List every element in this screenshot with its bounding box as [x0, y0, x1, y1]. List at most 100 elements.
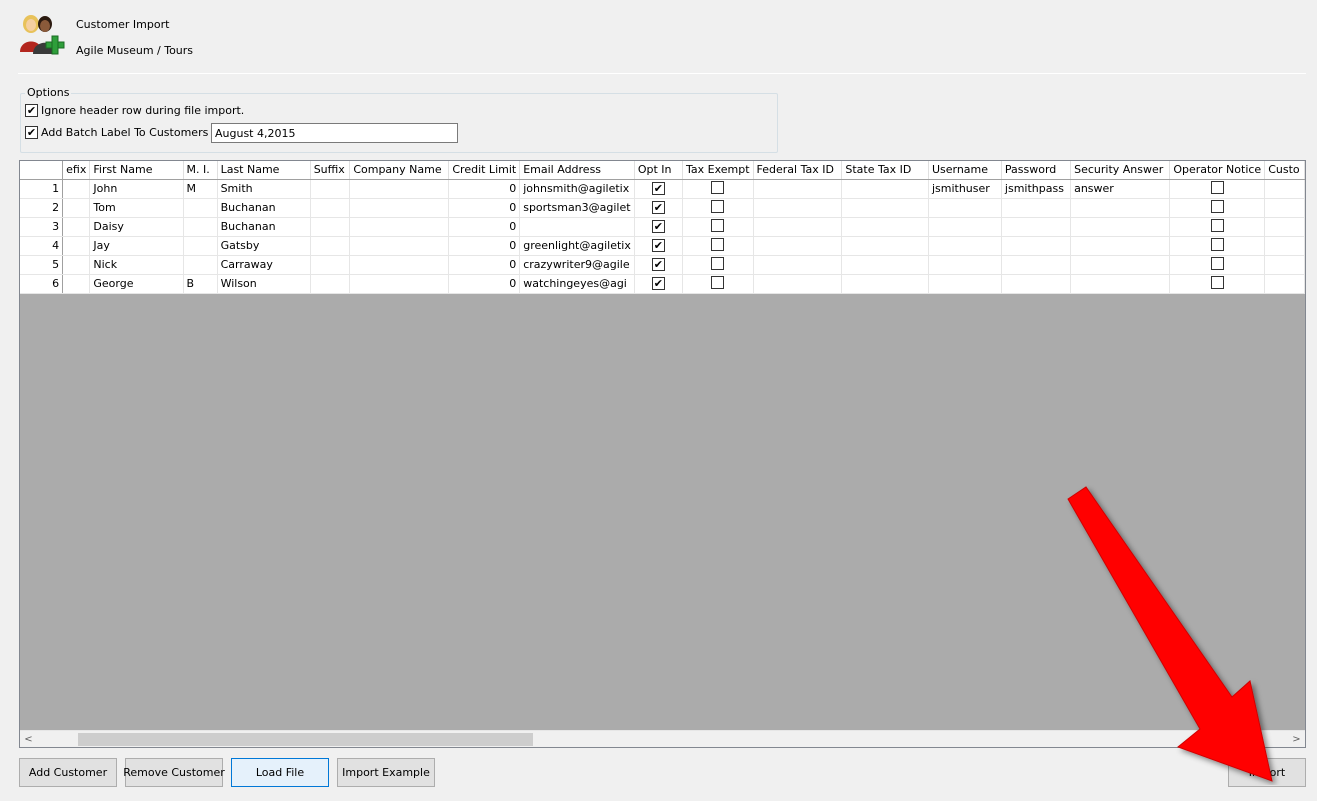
tax-exempt-checkbox[interactable]: [711, 199, 725, 213]
company-cell[interactable]: [349, 274, 450, 294]
security-answer-cell[interactable]: [1070, 255, 1171, 275]
custom-cell[interactable]: [1264, 236, 1305, 256]
tax-exempt-checkbox[interactable]: [711, 218, 725, 232]
prefix-cell[interactable]: [62, 198, 91, 218]
custom-cell[interactable]: [1264, 217, 1305, 237]
last-name-cell[interactable]: Buchanan: [217, 198, 311, 218]
username-cell[interactable]: [928, 236, 1002, 256]
password-cell[interactable]: jsmithpass: [1001, 179, 1072, 199]
tax-exempt-checkbox[interactable]: [711, 275, 725, 289]
mi-cell[interactable]: [183, 198, 218, 218]
table-row[interactable]: 6 George B Wilson 0 watchingeyes@agi ✔: [20, 274, 1305, 294]
column-header[interactable]: Opt In: [634, 161, 683, 180]
column-header[interactable]: Operator Notice: [1169, 161, 1266, 180]
scroll-right-icon[interactable]: >: [1288, 732, 1305, 747]
company-cell[interactable]: [349, 217, 450, 237]
email-cell[interactable]: watchingeyes@agi: [519, 274, 635, 294]
batch-label-option[interactable]: ✔ Add Batch Label To Customers: [25, 126, 208, 139]
last-name-cell[interactable]: Gatsby: [217, 236, 311, 256]
column-header[interactable]: Username: [928, 161, 1002, 180]
company-cell[interactable]: [349, 255, 450, 275]
mi-cell[interactable]: B: [183, 274, 218, 294]
tax-exempt-cell[interactable]: [682, 198, 754, 218]
username-cell[interactable]: [928, 255, 1002, 275]
opt-in-checkbox[interactable]: ✔: [651, 220, 665, 233]
remove-customer-button[interactable]: Remove Customer: [123, 758, 225, 787]
username-cell[interactable]: [928, 198, 1002, 218]
column-header[interactable]: M. I.: [183, 161, 218, 180]
credit-limit-cell[interactable]: 0: [448, 255, 521, 275]
credit-limit-cell[interactable]: 0: [448, 236, 521, 256]
custom-cell[interactable]: [1264, 274, 1305, 294]
prefix-cell[interactable]: [62, 274, 91, 294]
operator-notice-checkbox[interactable]: [1210, 256, 1224, 270]
username-cell[interactable]: jsmithuser: [928, 179, 1002, 199]
email-cell[interactable]: greenlight@agiletix: [519, 236, 635, 256]
operator-notice-checkbox[interactable]: [1210, 199, 1224, 213]
federal-tax-cell[interactable]: [753, 236, 843, 256]
first-name-cell[interactable]: Jay: [89, 236, 184, 256]
password-cell[interactable]: [1001, 274, 1072, 294]
table-row[interactable]: 4 Jay Gatsby 0 greenlight@agiletix ✔: [20, 236, 1305, 256]
column-header[interactable]: Email Address: [519, 161, 635, 180]
operator-notice-cell[interactable]: [1169, 179, 1266, 199]
row-number[interactable]: 6: [20, 274, 64, 294]
column-header[interactable]: Federal Tax ID: [753, 161, 843, 180]
security-answer-cell[interactable]: [1070, 274, 1171, 294]
column-header[interactable]: Last Name: [217, 161, 311, 180]
federal-tax-cell[interactable]: [753, 255, 843, 275]
column-header[interactable]: Suffix: [310, 161, 351, 180]
state-tax-cell[interactable]: [841, 236, 929, 256]
tax-exempt-cell[interactable]: [682, 274, 754, 294]
prefix-cell[interactable]: [62, 236, 91, 256]
tax-exempt-cell[interactable]: [682, 255, 754, 275]
suffix-cell[interactable]: [310, 236, 351, 256]
first-name-cell[interactable]: George: [89, 274, 184, 294]
operator-notice-checkbox[interactable]: [1210, 275, 1224, 289]
horizontal-scrollbar[interactable]: < >: [20, 730, 1305, 747]
email-cell[interactable]: [519, 217, 635, 237]
security-answer-cell[interactable]: [1070, 198, 1171, 218]
load-file-button[interactable]: Load File: [231, 758, 329, 787]
custom-cell[interactable]: [1264, 198, 1305, 218]
first-name-cell[interactable]: John: [89, 179, 184, 199]
company-cell[interactable]: [349, 236, 450, 256]
email-cell[interactable]: johnsmith@agiletix: [519, 179, 635, 199]
operator-notice-checkbox[interactable]: [1210, 237, 1224, 251]
operator-notice-checkbox[interactable]: [1210, 218, 1224, 232]
column-header[interactable]: Password: [1001, 161, 1072, 180]
opt-in-checkbox[interactable]: ✔: [651, 239, 665, 252]
password-cell[interactable]: [1001, 217, 1072, 237]
state-tax-cell[interactable]: [841, 179, 929, 199]
first-name-cell[interactable]: Nick: [89, 255, 184, 275]
mi-cell[interactable]: [183, 236, 218, 256]
federal-tax-cell[interactable]: [753, 179, 843, 199]
credit-limit-cell[interactable]: 0: [448, 274, 521, 294]
password-cell[interactable]: [1001, 255, 1072, 275]
table-row[interactable]: 1 John M Smith 0 johnsmith@agiletix ✔ js…: [20, 179, 1305, 199]
scroll-left-icon[interactable]: <: [20, 732, 37, 747]
mi-cell[interactable]: [183, 217, 218, 237]
federal-tax-cell[interactable]: [753, 198, 843, 218]
opt-in-checkbox[interactable]: ✔: [651, 258, 665, 271]
ignore-header-checkbox[interactable]: ✔: [25, 104, 38, 117]
username-cell[interactable]: [928, 274, 1002, 294]
column-header[interactable]: Security Answer: [1070, 161, 1171, 180]
security-answer-cell[interactable]: [1070, 236, 1171, 256]
email-cell[interactable]: crazywriter9@agile: [519, 255, 635, 275]
last-name-cell[interactable]: Carraway: [217, 255, 311, 275]
custom-cell[interactable]: [1264, 255, 1305, 275]
table-row[interactable]: 3 Daisy Buchanan 0 ✔: [20, 217, 1305, 237]
operator-notice-cell[interactable]: [1169, 236, 1266, 256]
first-name-cell[interactable]: Daisy: [89, 217, 184, 237]
custom-cell[interactable]: [1264, 179, 1305, 199]
suffix-cell[interactable]: [310, 255, 351, 275]
import-example-button[interactable]: Import Example: [337, 758, 435, 787]
tax-exempt-checkbox[interactable]: [711, 256, 725, 270]
suffix-cell[interactable]: [310, 198, 351, 218]
password-cell[interactable]: [1001, 198, 1072, 218]
opt-in-cell[interactable]: ✔: [634, 198, 683, 218]
state-tax-cell[interactable]: [841, 198, 929, 218]
column-header[interactable]: Tax Exempt: [682, 161, 754, 180]
tax-exempt-checkbox[interactable]: [711, 180, 725, 194]
